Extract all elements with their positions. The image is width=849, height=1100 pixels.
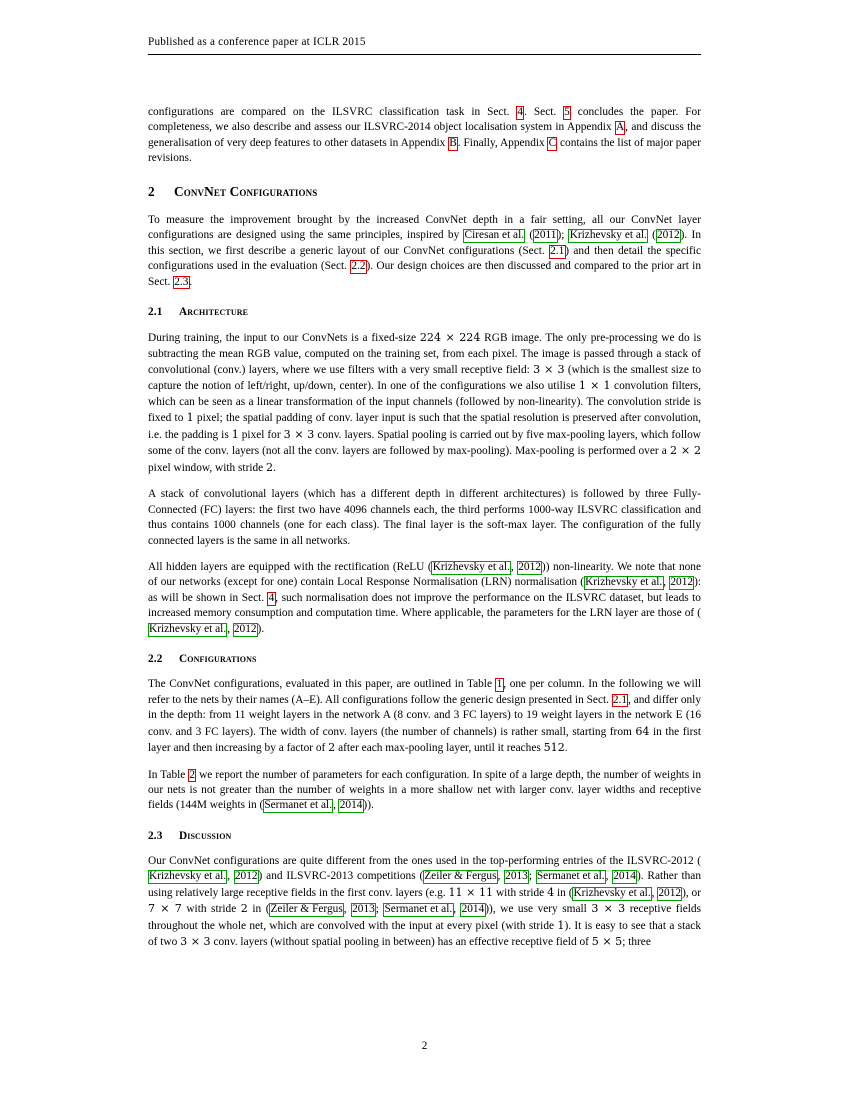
math-1x1: 1 × 1	[578, 379, 611, 393]
text-run: . Sect.	[524, 106, 564, 118]
paper-page: Published as a conference paper at ICLR …	[147, 0, 701, 1100]
citation-link-krizhevsky-author[interactable]: Krizhevsky et al.	[147, 870, 228, 885]
text-run: configurations are compared on the ILSVR…	[148, 106, 517, 118]
section21-paragraph-1: During training, the input to our ConvNe…	[148, 330, 701, 476]
ref-link-section-21[interactable]: 2.1	[548, 244, 566, 259]
text-run: The ConvNet configurations, evaluated in…	[148, 678, 496, 691]
math-2x2: 2 × 2	[669, 444, 702, 458]
subsection-number: 2.1	[148, 306, 163, 319]
citation-link-krizhevsky-author[interactable]: Krizhevsky et al.	[147, 622, 228, 637]
text-run: )), we use very small	[485, 903, 592, 916]
math-stride-2: 2	[240, 902, 248, 916]
citation-link-krizhevsky-year[interactable]: 2012	[232, 622, 258, 637]
math-padding-1: 1	[231, 427, 239, 441]
header-rule	[148, 54, 701, 55]
text-run: with stride	[181, 903, 241, 916]
section-heading-2: 2 ConvNet Configurations	[148, 184, 701, 200]
citation-link-sermanet-year[interactable]: 2014	[338, 799, 364, 814]
intro-paragraph: configurations are compared on the ILSVR…	[148, 105, 701, 167]
section2-paragraph-1: To measure the improvement brought by th…	[148, 213, 701, 290]
math-3x3: 3 × 3	[533, 362, 565, 376]
ref-link-appendix-a[interactable]: A	[614, 121, 626, 136]
text-run: During training, the input to our ConvNe…	[148, 332, 420, 345]
citation-link-sermanet-year[interactable]: 2014	[611, 870, 638, 885]
math-3x3: 3 × 3	[591, 902, 626, 916]
page-content: configurations are compared on the ILSVR…	[147, 105, 701, 962]
citation-link-krizhevsky-year[interactable]: 2012	[516, 560, 543, 575]
citation-link-krizhevsky-year[interactable]: 2012	[669, 576, 695, 591]
text-run: in (	[247, 903, 270, 916]
math-3x3-b: 3 × 3	[180, 935, 211, 949]
ref-link-section-23[interactable]: 2.3	[172, 275, 190, 290]
text-run: ).	[257, 622, 265, 635]
section21-paragraph-3: All hidden layers are equipped with the …	[147, 560, 701, 637]
citation-link-zeiler-year[interactable]: 2013	[503, 870, 530, 885]
math-224x224: 224 × 224	[419, 331, 481, 345]
section-number: 2	[148, 183, 155, 199]
citation-link-zeiler-author[interactable]: Zeiler & Fergus	[422, 870, 498, 885]
subsection-title: Architecture	[179, 306, 249, 319]
text-run: ), or	[682, 886, 701, 899]
citation-link-krizhevsky-author[interactable]: Krizhevsky et al.	[431, 560, 512, 575]
text-run: .	[564, 742, 568, 755]
subsection-title: Discussion	[179, 829, 232, 842]
text-run: .	[189, 275, 193, 288]
section21-paragraph-2: A stack of convolutional layers (which h…	[148, 488, 701, 547]
text-run: ) and ILSVRC-2013 competitions (	[258, 870, 424, 883]
citation-link-sermanet-year[interactable]: 2014	[460, 903, 486, 918]
citation-link-krizhevsky-author[interactable]: Krizhevsky et al.	[583, 576, 664, 591]
citation-link-ciresan-year[interactable]: 2011	[532, 229, 558, 244]
math-11x11: 11 × 11	[448, 885, 494, 899]
text-run: ; three	[622, 936, 651, 949]
subsection-number: 2.2	[148, 653, 163, 666]
math-7x7: 7 × 7	[148, 902, 182, 916]
math-3x3-b: 3 × 3	[283, 427, 315, 441]
ref-link-section-21[interactable]: 2.1	[611, 693, 629, 708]
citation-link-zeiler-author[interactable]: Zeiler & Fergus	[269, 903, 345, 918]
text-run: All hidden layers are equipped with the …	[148, 560, 432, 573]
text-run: pixel window, with stride	[148, 461, 267, 474]
text-run: with stride	[493, 886, 548, 899]
text-run: )).	[363, 799, 374, 812]
section-title: ConvNet Configurations	[174, 183, 318, 199]
citation-link-krizhevsky-author[interactable]: Krizhevsky et al.	[568, 229, 649, 244]
text-run: conv. layers (without spatial pooling in…	[210, 936, 592, 949]
citation-link-sermanet-author[interactable]: Sermanet et al.	[263, 799, 334, 814]
text-run: );	[557, 229, 569, 242]
section-heading-21: 2.1 Architecture	[148, 306, 701, 318]
text-run: in (	[554, 886, 573, 899]
section22-paragraph-1: The ConvNet configurations, evaluated in…	[148, 677, 701, 756]
math-64: 64	[635, 724, 650, 738]
text-run: we report the number of parameters for e…	[148, 768, 701, 812]
ref-link-appendix-b[interactable]: B	[447, 136, 459, 151]
running-header: Published as a conference paper at ICLR …	[148, 36, 366, 48]
text-run: Our ConvNet configurations are quite dif…	[148, 854, 701, 867]
ref-link-section-22[interactable]: 2.2	[350, 260, 367, 274]
citation-link-sermanet-author[interactable]: Sermanet et al.	[535, 870, 606, 885]
section23-paragraph-1: Our ConvNet configurations are quite dif…	[147, 854, 701, 951]
math-512: 512	[543, 741, 565, 755]
text-run: . Finally, Appendix	[457, 136, 548, 149]
page-number: 2	[421, 1040, 428, 1052]
math-5x5: 5 × 5	[591, 935, 623, 949]
section22-paragraph-2: In Table 2 we report the number of param…	[148, 768, 701, 814]
citation-link-ciresan-author[interactable]: Ciresan et al.	[463, 229, 526, 244]
text-run: after each max-pooling layer, until it r…	[335, 742, 544, 755]
citation-link-zeiler-year[interactable]: 2013	[350, 903, 377, 918]
citation-link-krizhevsky-year[interactable]: 2012	[655, 229, 681, 244]
text-run: pixel for	[238, 428, 284, 441]
subsection-number: 2.3	[148, 829, 163, 842]
subsection-title: Configurations	[179, 653, 257, 666]
citation-link-krizhevsky-year[interactable]: 2012	[233, 870, 259, 885]
citation-link-krizhevsky-year[interactable]: 2012	[657, 886, 683, 901]
section-heading-22: 2.2 Configurations	[148, 653, 701, 665]
text-run: .	[273, 461, 276, 474]
text-run: In Table	[148, 768, 189, 781]
math-stride-1: 1	[186, 411, 194, 425]
section-heading-23: 2.3 Discussion	[148, 830, 701, 842]
citation-link-sermanet-author[interactable]: Sermanet et al.	[383, 903, 454, 918]
citation-link-krizhevsky-author[interactable]: Krizhevsky et al.	[572, 886, 652, 901]
ref-link-appendix-c[interactable]: C	[547, 136, 558, 151]
